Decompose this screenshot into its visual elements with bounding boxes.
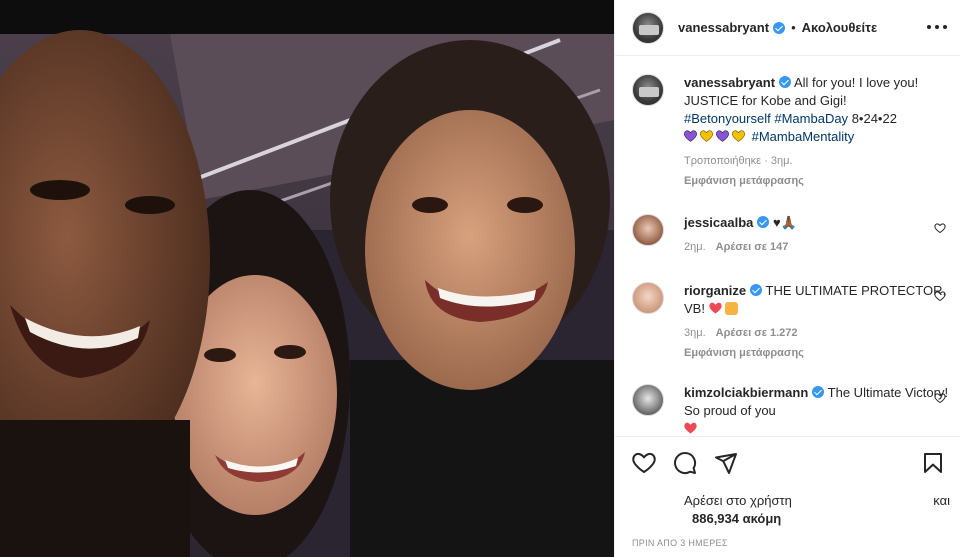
verified-badge-icon [757, 216, 770, 228]
yellow-heart-icon [732, 130, 745, 142]
bookmark-icon[interactable] [921, 451, 945, 475]
post-photo[interactable] [0, 0, 614, 557]
hashtag-link[interactable]: #MambaDay [774, 111, 848, 126]
post-actions-bar [615, 436, 960, 488]
likes-text-end: και [933, 493, 950, 508]
purple-heart-icon [716, 130, 729, 142]
yellow-heart-icon [700, 130, 713, 142]
commenter-username[interactable]: kimzolciakbiermann [684, 385, 808, 400]
hearts-emoji-row [684, 129, 752, 144]
comment-time: 2ημ. [684, 241, 706, 253]
see-translation-link[interactable]: Εμφάνιση μετάφρασης [684, 172, 950, 190]
caption-username[interactable]: vanessabryant [684, 75, 775, 90]
comment-meta: 2ημ. Αρέσει σε 147 [684, 240, 950, 254]
verified-badge-icon [773, 21, 786, 34]
author-avatar[interactable] [632, 11, 664, 44]
comment: riorganize THE ULTIMATE PROTECTOR, VB! 3… [632, 282, 950, 362]
caption-date: 8•24•22 [851, 111, 897, 126]
following-button[interactable]: Ακολουθείτε [802, 20, 878, 35]
commenter-avatar[interactable] [632, 214, 664, 246]
separator-dot: • [791, 20, 796, 35]
red-heart-icon [708, 302, 722, 314]
likes-summary[interactable]: Αρέσει στο χρήστη και 886,934 ακόμη [632, 492, 950, 528]
photo-illustration [0, 0, 614, 557]
like-comment-heart-icon[interactable] [934, 392, 946, 404]
heart-icon[interactable] [632, 451, 656, 475]
like-comment-heart-icon[interactable] [934, 222, 946, 234]
see-translation-link[interactable]: Εμφάνιση μετάφρασης [684, 344, 950, 362]
share-icon[interactable] [714, 451, 738, 475]
commenter-avatar[interactable] [632, 384, 664, 416]
comment-meta: 3ημ. Αρέσει σε 1.272 [684, 326, 950, 340]
post-header: vanessabryant • Ακολουθείτε [615, 0, 960, 56]
post-side-panel: vanessabryant • Ακολουθείτε vanessabryan… [614, 0, 960, 557]
likes-count[interactable]: 886,934 ακόμη [632, 510, 950, 528]
caption: vanessabryant All for you! I love you! J… [632, 74, 950, 190]
hashtag-link[interactable]: #MambaMentality [752, 129, 855, 144]
author-username[interactable]: vanessabryant [678, 20, 769, 35]
comment-text: ♥🙏🏾 [773, 215, 797, 230]
verified-badge-icon [812, 386, 825, 398]
hashtag-link[interactable]: #Betonyourself [684, 111, 771, 126]
commenter-avatar[interactable] [632, 282, 664, 314]
like-comment-heart-icon[interactable] [934, 290, 946, 302]
red-heart-icon [684, 422, 697, 434]
comment-likes-link[interactable]: Αρέσει σε 147 [716, 241, 789, 253]
verified-badge-icon [779, 76, 792, 88]
commenter-username[interactable]: riorganize [684, 283, 746, 298]
raised-hands-icon [724, 302, 738, 315]
comment: kimzolciakbiermann The Ultimate Victory!… [632, 384, 950, 436]
comment-icon[interactable] [673, 451, 697, 475]
caption-avatar[interactable] [632, 74, 664, 106]
comments-list: vanessabryant All for you! I love you! J… [615, 56, 960, 436]
more-options-icon[interactable] [927, 17, 947, 37]
likes-text: Αρέσει στο χρήστη [684, 493, 792, 508]
comment-time: 3ημ. [684, 327, 706, 339]
comment-likes-link[interactable]: Αρέσει σε 1.272 [716, 327, 798, 339]
purple-heart-icon [684, 130, 697, 142]
commenter-username[interactable]: jessicaalba [684, 215, 753, 230]
comment: jessicaalba ♥🙏🏾 2ημ. Αρέσει σε 147 [632, 214, 950, 254]
caption-edited-time: Τροποποιήθηκε · 3ημ. [684, 155, 793, 167]
verified-badge-icon [750, 284, 763, 296]
post-timestamp: ΠΡΙΝ ΑΠΟ 3 ΗΜΕΡΕΣ [632, 538, 728, 548]
